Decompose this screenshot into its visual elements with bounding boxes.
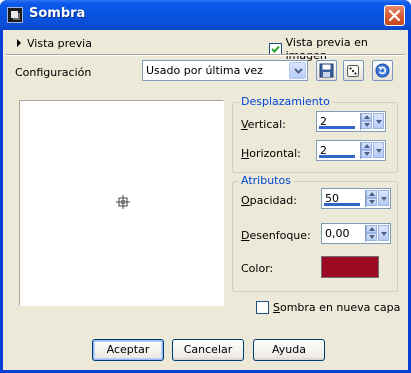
vertical-spinbox[interactable]: 2 xyxy=(316,111,386,132)
help-button[interactable]: Ayuda xyxy=(253,339,325,361)
expand-triangle-icon xyxy=(17,39,21,47)
opacity-label: Opacidad: xyxy=(241,194,297,207)
horizontal-spin-controls xyxy=(360,142,384,159)
reset-icon xyxy=(375,63,390,78)
horizontal-increment-button[interactable] xyxy=(361,142,372,150)
dropdown-arrow-button[interactable] xyxy=(289,62,306,79)
vertical-dropdown-button[interactable] xyxy=(373,113,384,129)
blur-label: Desenfoque: xyxy=(241,229,311,242)
save-icon xyxy=(319,63,334,78)
new-layer-label: Sombra en nueva capa xyxy=(273,301,401,314)
color-label: Color: xyxy=(241,262,274,275)
pan-cursor-icon xyxy=(116,195,130,209)
vertical-increment-button[interactable] xyxy=(361,113,372,121)
top-separator xyxy=(6,54,405,56)
randomize-button[interactable] xyxy=(343,60,364,81)
vertical-slider-bar[interactable] xyxy=(319,126,355,129)
opacity-dropdown-button[interactable] xyxy=(378,190,389,206)
vertical-label: Vertical: xyxy=(241,118,286,131)
vertical-decrement-button[interactable] xyxy=(361,121,372,129)
attributes-title: Atributos xyxy=(239,174,293,187)
horizontal-spinbox[interactable]: 2 xyxy=(316,140,386,161)
preview-area[interactable] xyxy=(19,100,224,306)
preview-in-image-option[interactable]: Vista previa en imagen xyxy=(269,36,408,62)
horizontal-slider-bar[interactable] xyxy=(319,155,355,158)
dialog-client: Vista previa Vista previa en imagen Conf… xyxy=(3,30,408,370)
dice-icon xyxy=(347,65,359,77)
config-dropdown-value: Usado por última vez xyxy=(146,64,263,77)
preview-toggle-label: Vista previa xyxy=(27,36,92,50)
horizontal-label: Horizontal: xyxy=(241,147,301,160)
new-layer-option[interactable]: Sombra en nueva capa xyxy=(256,301,400,314)
preview-toggle[interactable]: Vista previa xyxy=(17,36,92,50)
vertical-spin-controls xyxy=(360,113,384,130)
title-bar[interactable]: Sombra xyxy=(0,0,411,30)
horizontal-dropdown-button[interactable] xyxy=(373,142,384,158)
opacity-decrement-button[interactable] xyxy=(366,198,377,206)
config-label: Configuración xyxy=(15,66,92,79)
opacity-slider-bar[interactable] xyxy=(324,203,360,206)
displacement-title: Desplazamiento xyxy=(239,95,332,108)
opacity-increment-button[interactable] xyxy=(366,190,377,198)
blur-decrement-button[interactable] xyxy=(366,233,377,241)
save-preset-button[interactable] xyxy=(316,60,337,81)
chevron-down-icon xyxy=(294,68,303,74)
blur-spin-controls xyxy=(365,225,389,242)
blur-value: 0,00 xyxy=(325,227,350,240)
close-button[interactable] xyxy=(384,5,405,26)
ok-button[interactable]: Aceptar xyxy=(92,339,164,361)
opacity-spin-controls xyxy=(365,190,389,207)
config-dropdown[interactable]: Usado por última vez xyxy=(142,60,308,81)
blur-dropdown-button[interactable] xyxy=(378,225,389,241)
close-icon xyxy=(389,10,400,21)
displacement-group: Desplazamiento Vertical: 2 Horizontal: 2 xyxy=(232,95,398,173)
new-layer-checkbox[interactable] xyxy=(256,301,269,314)
horizontal-decrement-button[interactable] xyxy=(361,150,372,158)
opacity-spinbox[interactable]: 50 xyxy=(321,188,391,209)
dialog-app-icon xyxy=(7,7,23,23)
blur-increment-button[interactable] xyxy=(366,225,377,233)
preview-in-image-label: Vista previa en imagen xyxy=(285,36,368,62)
window-title: Sombra xyxy=(29,6,86,21)
blur-spinbox[interactable]: 0,00 xyxy=(321,223,391,244)
attributes-group: Atributos Opacidad: 50 Desenfoque: 0,00 xyxy=(232,174,398,292)
color-swatch[interactable] xyxy=(321,256,379,278)
dialog-window: Sombra Vista previa Vista previa en imag… xyxy=(0,0,411,373)
cancel-button[interactable]: Cancelar xyxy=(172,339,244,361)
reset-button[interactable] xyxy=(372,60,393,81)
checkmark-icon xyxy=(271,45,280,53)
